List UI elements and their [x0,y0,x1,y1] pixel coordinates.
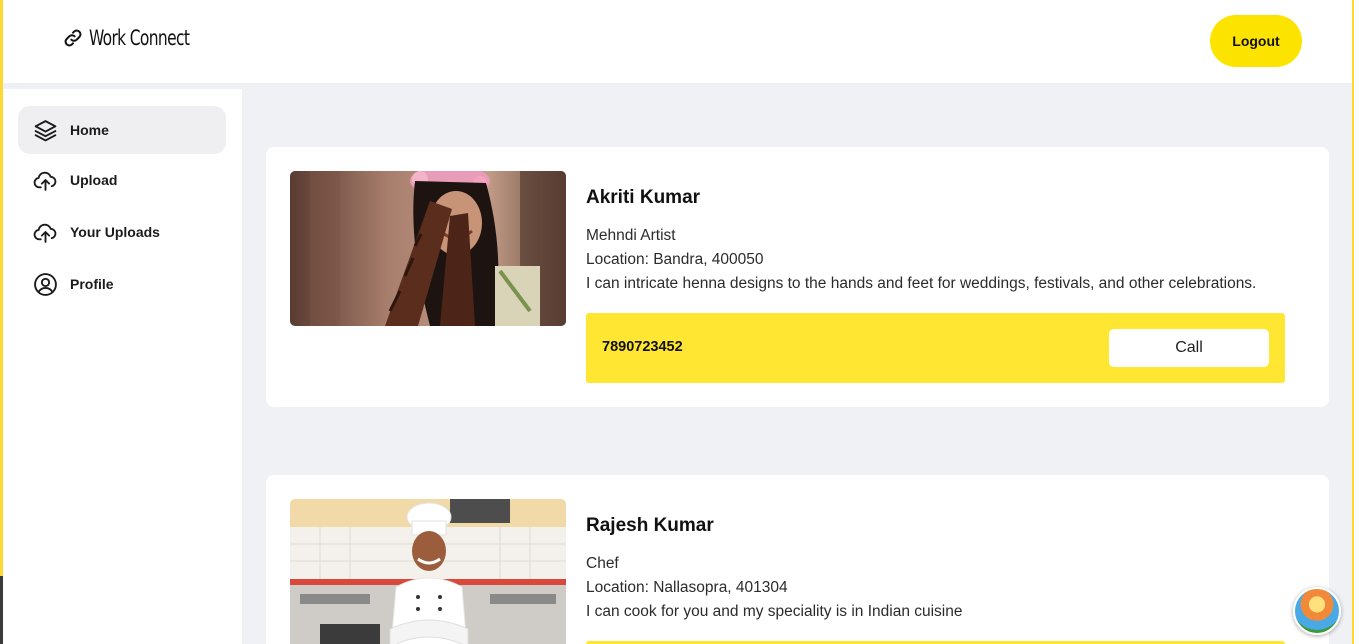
sidebar-item-your-uploads[interactable]: Your Uploads [18,208,226,256]
sidebar-item-label: Upload [70,172,118,188]
app-name: Work Connect [89,26,190,50]
sidebar-item-upload[interactable]: Upload [18,156,226,204]
listing-description: I can intricate henna designs to the han… [586,275,1257,292]
layers-icon [33,118,58,143]
listing-location: Location: Nallasopra, 401304 [586,579,788,596]
listing-name: Rajesh Kumar [586,515,714,536]
cloud-upload-icon [33,168,58,193]
sidebar-item-home[interactable]: Home [18,106,226,154]
listing-location: Location: Bandra, 400050 [586,251,764,268]
contact-bar: 7890723452 Call [586,313,1285,383]
sidebar-item-label: Your Uploads [70,224,160,240]
listing-card: Akriti Kumar Mehndi Artist Location: Ban… [266,147,1329,407]
logout-button[interactable]: Logout [1210,15,1302,67]
listing-description: I can cook for you and my speciality is … [586,603,963,620]
cloud-upload-icon [33,220,58,245]
sidebar-item-profile[interactable]: Profile [18,260,226,308]
listing-card: Rajesh Kumar Chef Location: Nallasopra, … [266,475,1329,644]
listing-name: Akriti Kumar [586,187,701,208]
user-circle-icon [33,272,58,297]
phone-number: 7890723452 [602,339,683,355]
call-button[interactable]: Call [1109,329,1269,367]
app-logo[interactable]: Work Connect [63,26,211,50]
listing-photo-chef [290,499,566,644]
sidebar: Home Upload Your Uploads Profile [3,83,242,644]
assistant-fab-icon[interactable] [1293,587,1341,635]
listing-photo-mehndi [290,171,566,326]
sidebar-item-label: Home [70,122,109,138]
sidebar-item-label: Profile [70,276,114,292]
listing-profession: Mehndi Artist [586,227,676,244]
link-icon [63,28,83,48]
listing-profession: Chef [586,555,619,572]
top-header: Work Connect Logout [3,0,1352,83]
